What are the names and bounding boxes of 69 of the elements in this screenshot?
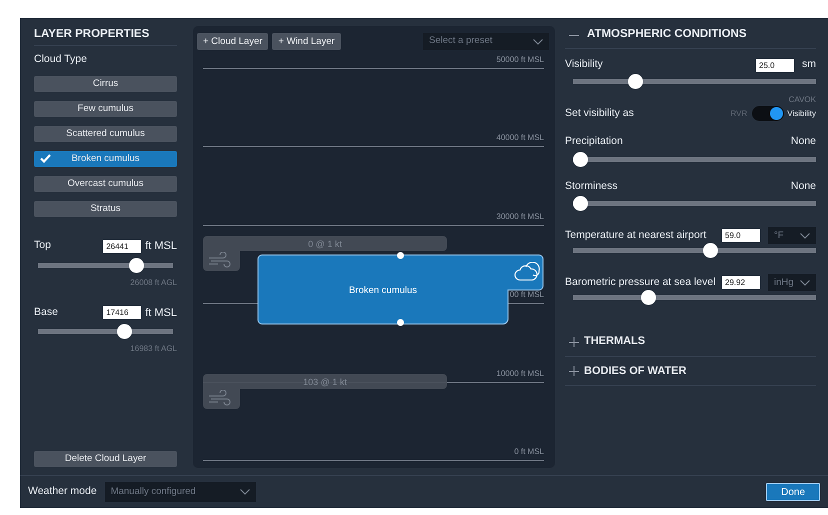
checkmark-icon (40, 154, 51, 163)
reading-value: None (790, 178, 816, 194)
altitude-label: Top (34, 238, 52, 254)
slider-thumb[interactable] (129, 258, 144, 272)
altitude-line-label: 10000 ft MSL (496, 368, 544, 380)
cloud-type-button[interactable]: Few cumulus (34, 101, 177, 117)
reading-value: None (790, 134, 816, 149)
wind-layer-label: 103 @ 1 kt (302, 376, 348, 389)
done-button[interactable]: Done (766, 483, 820, 501)
section-header[interactable]: THERMALS (565, 327, 816, 357)
field-label: Barometric pressure at sea level (565, 274, 717, 290)
add-layer-button[interactable]: + Wind Layer (272, 33, 341, 50)
toggle-off-label: RVR (730, 108, 748, 120)
resize-handle[interactable] (397, 319, 404, 326)
cloud-type-button[interactable]: Stratus (34, 201, 177, 217)
resize-handle[interactable] (397, 252, 404, 259)
chevron-down-icon (533, 38, 543, 44)
field-label: Set visibility as (565, 106, 635, 121)
weather-mode-dropdown[interactable]: Manually configured (104, 482, 256, 502)
slider-thumb[interactable] (117, 324, 132, 339)
slider-thumb[interactable] (702, 243, 718, 258)
altitude-line-label: 40000 ft MSL (496, 132, 544, 144)
agl-reading: 16983 ft AGL (129, 343, 177, 355)
section-label: Cloud Type (34, 52, 88, 68)
slider-thumb[interactable] (573, 152, 588, 166)
cloud-type-button[interactable]: Cirrus (34, 76, 177, 92)
cloud-type-button[interactable]: Overcast cumulus (34, 176, 177, 192)
field-label: Visibility (565, 57, 604, 72)
altitude-field[interactable]: 17416 (103, 306, 142, 320)
chevron-down-icon (800, 232, 810, 239)
field-label: Precipitation (565, 134, 624, 149)
altitude-line-label: 0 ft MSL (514, 446, 544, 458)
chevron-down-icon (240, 489, 250, 495)
weather-mode-label: Weather mode (28, 484, 97, 500)
visibility-field[interactable]: 25.0 (756, 58, 794, 72)
toggle-on-label: Visibility (787, 108, 816, 120)
cloud-type-button[interactable]: Broken cumulus (34, 151, 177, 167)
altitude-line-label: 00 ft MSL (510, 289, 544, 302)
wind-layer-label: 0 @ 1 kt (307, 238, 343, 251)
cavok-label: CAVOK (788, 95, 816, 104)
chevron-down-icon (800, 280, 810, 286)
value-field[interactable]: 59.0 (722, 229, 760, 242)
unit-label: ft MSL (145, 239, 177, 254)
wind-icon (208, 252, 232, 268)
visibility-toggle[interactable] (752, 106, 784, 122)
delete-layer-button[interactable]: Delete Cloud Layer (34, 451, 177, 467)
unit-dropdown[interactable]: inHg (768, 274, 816, 292)
field-label: Storminess (565, 178, 619, 194)
cloud-type-button[interactable]: Scattered cumulus (34, 126, 177, 142)
slider-thumb[interactable] (573, 196, 588, 212)
altitude-field[interactable]: 26441 (103, 240, 142, 253)
unit-label: sm (802, 57, 816, 72)
add-layer-button[interactable]: + Cloud Layer (197, 33, 268, 50)
agl-reading: 26008 ft AGL (129, 276, 177, 288)
altitude-line-label: 30000 ft MSL (496, 210, 544, 223)
section-title: ATMOSPHERIC CONDITIONS (587, 27, 747, 42)
unit-dropdown[interactable]: °F (768, 227, 816, 244)
section-header[interactable]: BODIES OF WATER (565, 356, 816, 386)
slider-thumb[interactable] (628, 74, 643, 89)
slider-thumb[interactable] (641, 290, 656, 306)
panel-title: LAYER PROPERTIES (34, 27, 150, 42)
altitude-line-label: 50000 ft MSL (496, 54, 544, 66)
value-field[interactable]: 29.92 (722, 276, 760, 290)
wind-icon (208, 390, 232, 406)
preset-dropdown[interactable]: Select a preset (423, 33, 549, 50)
cloud-layer-label: Broken cumulus (348, 284, 418, 298)
unit-label: ft MSL (145, 306, 177, 320)
field-label: Temperature at nearest airport (565, 228, 708, 243)
altitude-label: Base (34, 304, 59, 320)
